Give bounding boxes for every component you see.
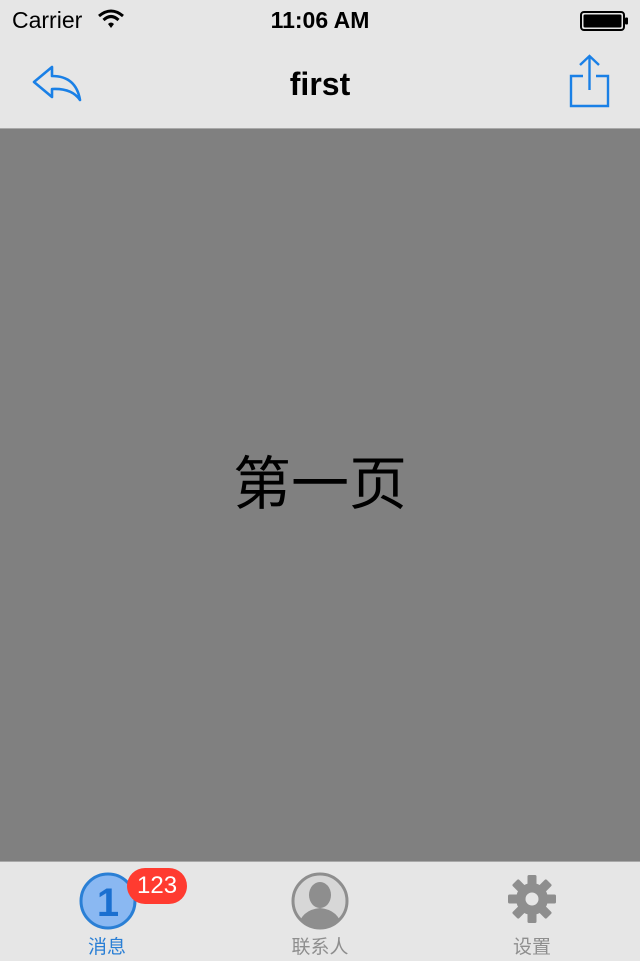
tab-settings[interactable]: 设置	[472, 862, 592, 961]
tab-label-settings: 设置	[512, 936, 551, 958]
tab-messages[interactable]: 1 123 消息	[47, 862, 188, 961]
page-title: first	[289, 66, 351, 102]
tab-label-contacts: 联系人	[291, 936, 349, 958]
status-time: 11:06 AM	[270, 7, 370, 33]
share-icon	[569, 54, 610, 108]
page-label: 第一页	[232, 450, 407, 518]
notification-badge: 123	[127, 868, 188, 904]
contact-avatar-icon	[291, 872, 349, 930]
tab-icon-number: 1	[97, 881, 119, 925]
share-button[interactable]	[562, 52, 618, 112]
tab-bar: 1 123 消息 联系人 设置	[0, 861, 640, 961]
navigation-bar: first	[0, 40, 640, 129]
tab-contacts[interactable]: 联系人	[260, 862, 380, 961]
battery-full-icon	[580, 11, 628, 31]
tab-label-messages: 消息	[87, 936, 126, 958]
content-area: 第一页	[0, 129, 640, 861]
status-bar: Carrier 11:06 AM	[0, 0, 640, 40]
gear-icon	[508, 875, 556, 923]
